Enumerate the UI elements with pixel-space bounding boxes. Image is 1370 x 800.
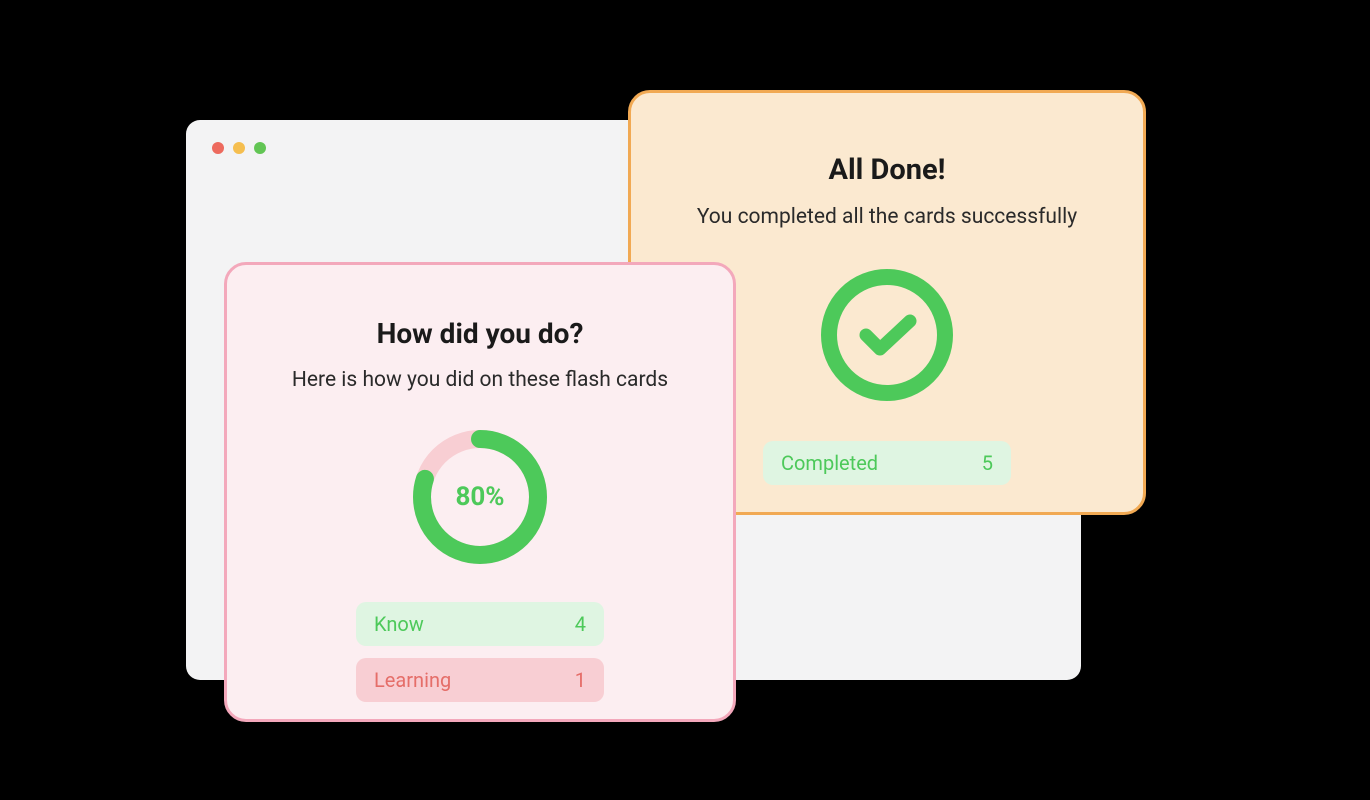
all-done-title: All Done!	[828, 153, 945, 187]
all-done-subtitle: You completed all the cards successfully	[697, 205, 1077, 229]
close-window-icon[interactable]	[212, 142, 224, 154]
stats-container: Know 4 Learning 1	[356, 602, 604, 702]
minimize-window-icon[interactable]	[233, 142, 245, 154]
results-title: How did you do?	[377, 317, 584, 350]
learning-value: 1	[575, 668, 586, 692]
know-label: Know	[374, 612, 424, 636]
checkmark-circle-icon	[819, 267, 955, 403]
maximize-window-icon[interactable]	[254, 142, 266, 154]
know-stat-row: Know 4	[356, 602, 604, 646]
learning-stat-row: Learning 1	[356, 658, 604, 702]
learning-label: Learning	[374, 668, 451, 692]
progress-ring-chart: 80%	[405, 422, 555, 572]
results-subtitle: Here is how you did on these flash cards	[292, 368, 668, 392]
completed-value: 5	[982, 451, 993, 475]
completed-label: Completed	[781, 451, 878, 475]
completed-stat-row: Completed 5	[763, 441, 1011, 485]
results-card: How did you do? Here is how you did on t…	[224, 262, 736, 722]
progress-percentage: 80%	[455, 482, 504, 512]
know-value: 4	[575, 612, 586, 636]
